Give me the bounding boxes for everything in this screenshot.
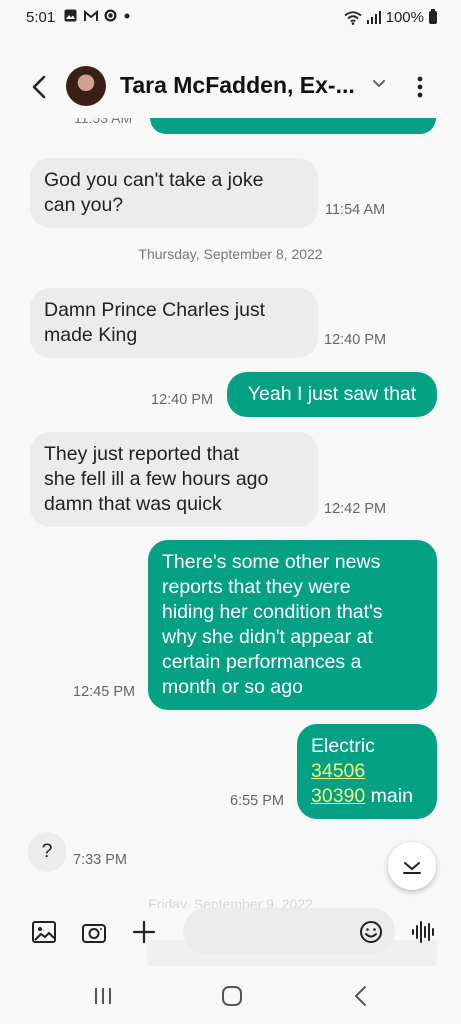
plus-icon[interactable] <box>130 918 158 946</box>
partial-timestamp: 11:53 AM <box>74 118 133 126</box>
message-line: There's some other news <box>162 551 381 573</box>
message-timestamp: 6:55 PM <box>230 793 284 809</box>
incoming-message[interactable]: God you can't take a joke can you? <box>30 158 318 228</box>
partial-outgoing-bubble <box>150 118 436 134</box>
outgoing-message[interactable]: There's some other news reports that the… <box>148 540 437 710</box>
date-separator: Thursday, September 8, 2022 <box>138 246 323 262</box>
chevron-down-icon <box>403 862 421 874</box>
compose-bar <box>0 908 461 958</box>
incoming-message[interactable]: Damn Prince Charles just made King <box>30 288 318 358</box>
voice-icon[interactable] <box>410 918 438 946</box>
message-line: month or so ago <box>162 676 303 698</box>
message-list[interactable]: 11:53 AM God you can't take a joke can y… <box>0 118 461 908</box>
message-line: God you can't take a joke <box>44 169 264 191</box>
signal-icon <box>366 11 381 24</box>
phone-number-link[interactable]: 30390 <box>311 785 365 807</box>
message-line: made King <box>44 324 138 346</box>
dot-icon <box>124 13 130 19</box>
wifi-icon <box>344 10 362 25</box>
recent-apps-icon[interactable] <box>88 984 118 1008</box>
message-timestamp: 12:40 PM <box>151 392 214 408</box>
message-timestamp: 12:40 PM <box>324 332 387 348</box>
date-separator-faded: Friday, September 9, 2022 <box>148 896 313 908</box>
message-line: can you? <box>44 194 124 216</box>
back-arrow-icon[interactable] <box>26 69 54 105</box>
message-text: main <box>365 785 413 807</box>
more-vertical-icon[interactable] <box>408 70 432 104</box>
gallery-notification-icon <box>64 9 77 22</box>
notification-icons <box>64 9 130 24</box>
message-line: They just reported that <box>44 443 240 465</box>
outgoing-message[interactable]: Yeah I just saw that <box>227 372 437 417</box>
message-timestamp: 11:54 AM <box>325 202 386 218</box>
gmail-notification-icon <box>83 9 98 21</box>
home-icon[interactable] <box>217 984 247 1008</box>
camera-icon[interactable] <box>80 918 108 946</box>
battery-icon <box>429 9 437 24</box>
sync-notification-icon <box>104 9 117 22</box>
message-timestamp: 12:42 PM <box>324 501 387 517</box>
chevron-down-icon[interactable] <box>370 75 388 93</box>
back-nav-icon[interactable] <box>346 984 376 1008</box>
message-line: Yeah I just saw that <box>247 383 417 405</box>
incoming-message[interactable]: They just reported that she fell ill a f… <box>30 432 318 527</box>
conversation-header: Tara McFadden, Ex-... <box>0 56 461 118</box>
status-right: 100% <box>344 9 437 26</box>
message-timestamp: 12:45 PM <box>73 684 136 700</box>
message-line: Damn Prince Charles just <box>44 299 266 321</box>
message-line: ? <box>41 840 53 862</box>
battery-percent: 100% <box>385 9 424 26</box>
incoming-message[interactable]: ? <box>28 832 66 872</box>
message-line: hiding her condition that's <box>162 601 383 623</box>
message-line: damn that was quick <box>44 493 222 515</box>
phone-number-link[interactable]: 34506 <box>311 760 365 782</box>
message-line: certain performances a <box>162 651 362 673</box>
message-line: she fell ill a few hours ago <box>44 468 269 490</box>
status-bar: 5:01 100% <box>0 0 461 36</box>
emoji-icon[interactable] <box>357 918 385 946</box>
contact-avatar[interactable] <box>66 66 106 106</box>
outgoing-message[interactable]: Electric 34506 30390 main <box>297 724 437 819</box>
gallery-icon[interactable] <box>30 918 58 946</box>
contact-name[interactable]: Tara McFadden, Ex-... <box>120 72 355 99</box>
message-line: why she didn't appear at <box>162 626 373 648</box>
message-line: Electric <box>311 735 375 757</box>
system-navigation-bar <box>0 968 461 1024</box>
message-line: reports that they were <box>162 576 351 598</box>
scroll-to-bottom-button[interactable] <box>388 842 436 890</box>
message-timestamp: 7:33 PM <box>73 852 127 868</box>
status-time: 5:01 <box>26 9 56 26</box>
